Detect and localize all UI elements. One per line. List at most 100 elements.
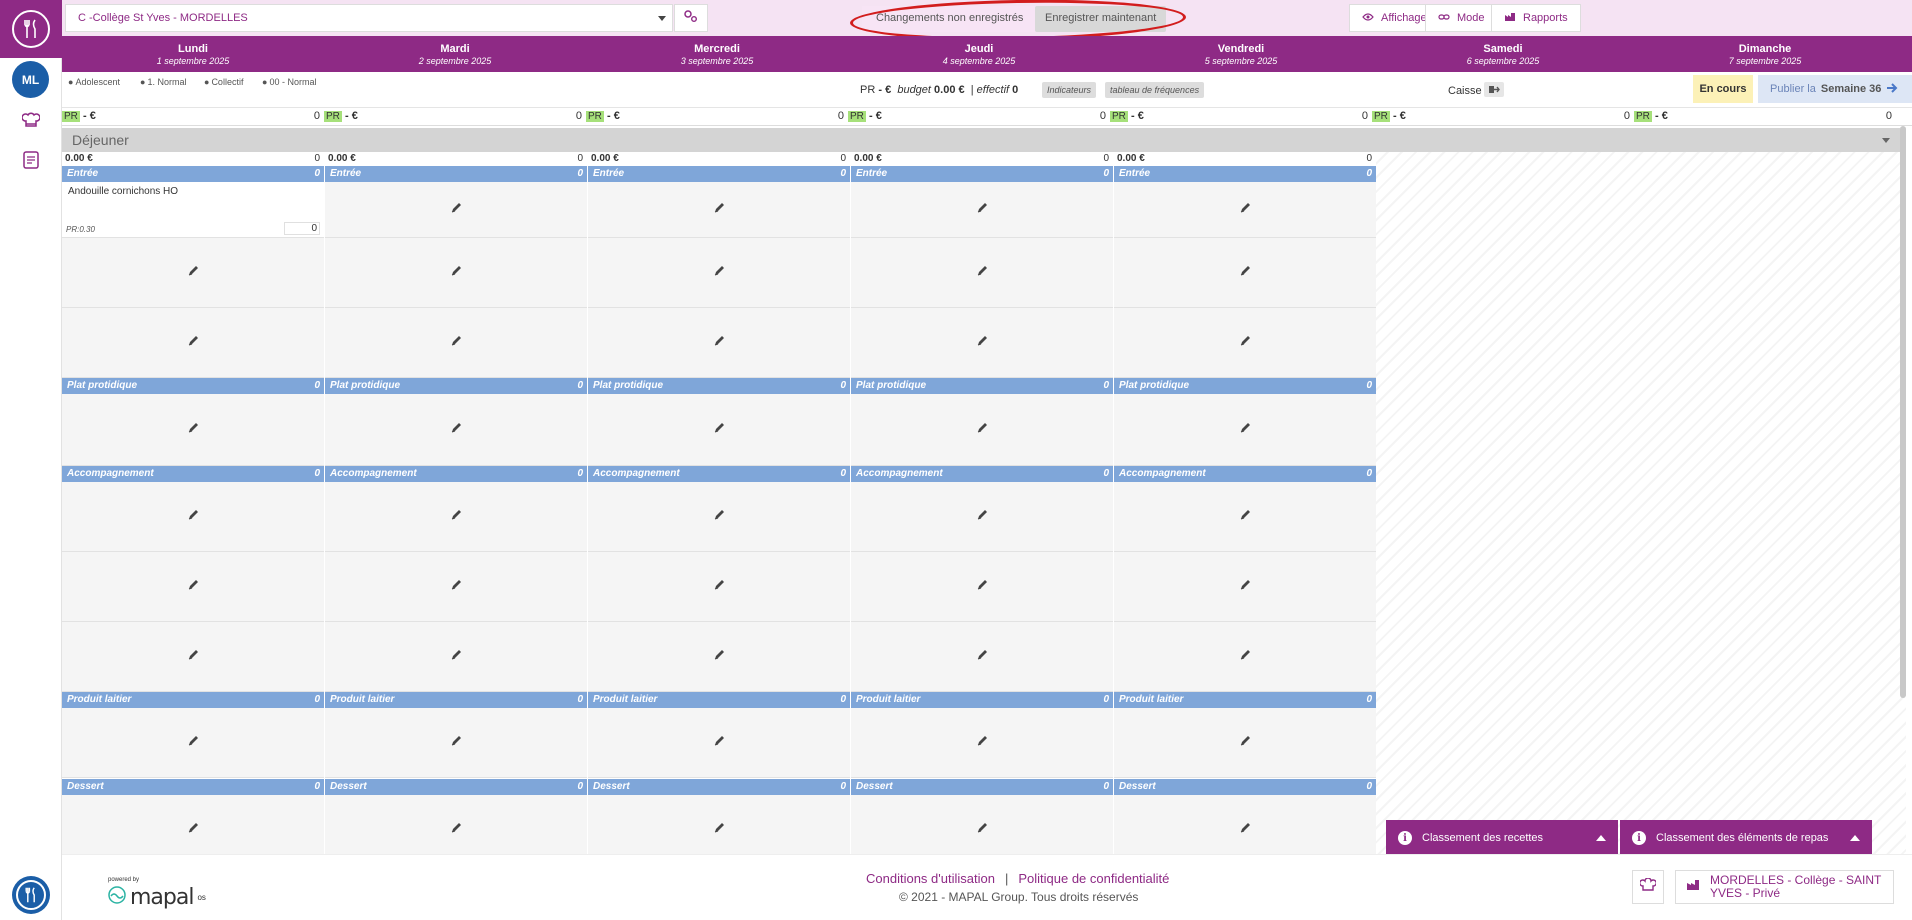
- caisse-exit-button[interactable]: [1484, 82, 1504, 97]
- day-header-2[interactable]: Mercredi 3 septembre 2025: [586, 36, 848, 72]
- pencil-icon[interactable]: [450, 421, 463, 439]
- pencil-icon[interactable]: [976, 201, 989, 219]
- empty-slot[interactable]: [62, 482, 324, 552]
- frequences-button[interactable]: tableau de fréquences: [1105, 82, 1205, 98]
- empty-slot[interactable]: [62, 308, 324, 378]
- pencil-icon[interactable]: [187, 264, 200, 282]
- recipes-ranking-drawer[interactable]: i Classement des recettes: [1386, 820, 1618, 856]
- empty-slot[interactable]: [325, 708, 587, 778]
- pencil-icon[interactable]: [713, 508, 726, 526]
- rapports-button[interactable]: Rapports: [1491, 4, 1581, 32]
- pencil-icon[interactable]: [976, 264, 989, 282]
- empty-slot[interactable]: [588, 182, 850, 238]
- empty-slot[interactable]: [1114, 308, 1376, 378]
- pencil-icon[interactable]: [450, 264, 463, 282]
- empty-slot[interactable]: [851, 238, 1113, 308]
- pencil-icon[interactable]: [976, 508, 989, 526]
- empty-slot[interactable]: [325, 394, 587, 466]
- site-selector[interactable]: C -Collège St Yves - MORDELLES: [65, 4, 673, 32]
- day-header-1[interactable]: Mardi 2 septembre 2025: [324, 36, 586, 72]
- empty-slot[interactable]: [588, 482, 850, 552]
- pencil-icon[interactable]: [187, 821, 200, 839]
- day-header-4[interactable]: Vendredi 5 septembre 2025: [1110, 36, 1372, 72]
- mode-button[interactable]: Mode: [1425, 4, 1498, 32]
- empty-slot[interactable]: [588, 622, 850, 692]
- meal-header[interactable]: Déjeuner: [62, 128, 1900, 152]
- pencil-icon[interactable]: [1239, 508, 1252, 526]
- empty-slot[interactable]: [62, 622, 324, 692]
- empty-slot[interactable]: [588, 708, 850, 778]
- empty-slot[interactable]: [851, 708, 1113, 778]
- pencil-icon[interactable]: [1239, 734, 1252, 752]
- empty-slot[interactable]: [851, 622, 1113, 692]
- privacy-link[interactable]: Politique de confidentialité: [1018, 871, 1169, 886]
- pencil-icon[interactable]: [450, 578, 463, 596]
- recipe-slot[interactable]: Andouille cornichons HO PR:0.30 0: [62, 182, 324, 238]
- pencil-icon[interactable]: [1239, 334, 1252, 352]
- pencil-icon[interactable]: [976, 421, 989, 439]
- pencil-icon[interactable]: [450, 734, 463, 752]
- pencil-icon[interactable]: [713, 578, 726, 596]
- empty-slot[interactable]: [588, 795, 850, 854]
- pencil-icon[interactable]: [187, 648, 200, 666]
- indicateurs-button[interactable]: Indicateurs: [1042, 82, 1097, 98]
- empty-slot[interactable]: [325, 552, 587, 622]
- pencil-icon[interactable]: [713, 264, 726, 282]
- empty-slot[interactable]: [62, 795, 324, 854]
- pencil-icon[interactable]: [713, 201, 726, 219]
- day-header-6[interactable]: Dimanche 7 septembre 2025: [1634, 36, 1896, 72]
- pencil-icon[interactable]: [713, 334, 726, 352]
- empty-slot[interactable]: [1114, 708, 1376, 778]
- empty-slot[interactable]: [588, 238, 850, 308]
- empty-slot[interactable]: [62, 552, 324, 622]
- day-header-0[interactable]: Lundi 1 septembre 2025: [62, 36, 324, 72]
- empty-slot[interactable]: [1114, 238, 1376, 308]
- empty-slot[interactable]: [851, 795, 1113, 854]
- empty-slot[interactable]: [851, 482, 1113, 552]
- chef-hat-icon[interactable]: [21, 110, 41, 130]
- empty-slot[interactable]: [588, 394, 850, 466]
- app-logo[interactable]: [0, 0, 62, 58]
- pencil-icon[interactable]: [450, 201, 463, 219]
- empty-slot[interactable]: [851, 394, 1113, 466]
- user-avatar[interactable]: ML: [12, 61, 49, 98]
- empty-slot[interactable]: [325, 308, 587, 378]
- pencil-icon[interactable]: [1239, 201, 1252, 219]
- empty-slot[interactable]: [1114, 182, 1376, 238]
- pencil-icon[interactable]: [450, 334, 463, 352]
- pencil-icon[interactable]: [187, 421, 200, 439]
- pencil-icon[interactable]: [187, 508, 200, 526]
- pencil-icon[interactable]: [187, 578, 200, 596]
- empty-slot[interactable]: [325, 482, 587, 552]
- empty-slot[interactable]: [1114, 394, 1376, 466]
- pencil-icon[interactable]: [450, 648, 463, 666]
- pencil-icon[interactable]: [713, 821, 726, 839]
- day-header-5[interactable]: Samedi 6 septembre 2025: [1372, 36, 1634, 72]
- pencil-icon[interactable]: [1239, 578, 1252, 596]
- recipe-qty-input[interactable]: 0: [284, 222, 320, 235]
- bottom-logo-icon[interactable]: [12, 876, 50, 914]
- pencil-icon[interactable]: [450, 821, 463, 839]
- status-badge[interactable]: En cours: [1693, 75, 1753, 103]
- empty-slot[interactable]: [325, 622, 587, 692]
- empty-slot[interactable]: [62, 708, 324, 778]
- vertical-scrollbar[interactable]: [1900, 126, 1906, 698]
- pencil-icon[interactable]: [1239, 421, 1252, 439]
- pencil-icon[interactable]: [450, 508, 463, 526]
- terms-link[interactable]: Conditions d'utilisation: [866, 871, 995, 886]
- publish-button[interactable]: Publier la Semaine 36: [1758, 75, 1912, 103]
- day-header-3[interactable]: Jeudi 4 septembre 2025: [848, 36, 1110, 72]
- empty-slot[interactable]: [1114, 622, 1376, 692]
- pencil-icon[interactable]: [713, 648, 726, 666]
- pencil-icon[interactable]: [1239, 821, 1252, 839]
- menu-sheet-icon[interactable]: [21, 150, 41, 170]
- empty-slot[interactable]: [325, 238, 587, 308]
- pencil-icon[interactable]: [976, 821, 989, 839]
- empty-slot[interactable]: [62, 394, 324, 466]
- pencil-icon[interactable]: [976, 648, 989, 666]
- elements-ranking-drawer[interactable]: i Classement des éléments de repas: [1620, 820, 1872, 856]
- pencil-icon[interactable]: [976, 734, 989, 752]
- empty-slot[interactable]: [1114, 482, 1376, 552]
- empty-slot[interactable]: [1114, 795, 1376, 854]
- empty-slot[interactable]: [851, 552, 1113, 622]
